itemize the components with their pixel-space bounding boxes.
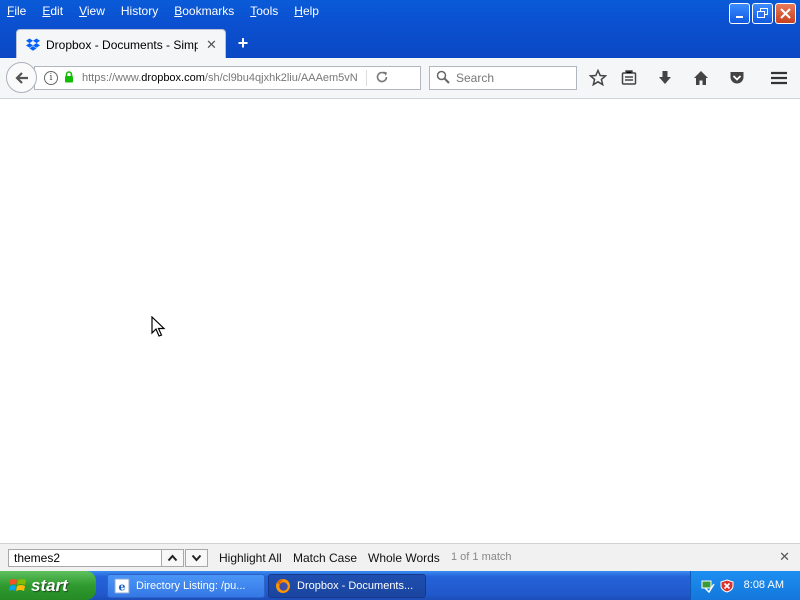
search-box[interactable]: Search (429, 66, 577, 90)
clock: 8:08 AM (743, 579, 784, 591)
search-icon (436, 70, 450, 87)
svg-text:e: e (119, 581, 126, 594)
back-button[interactable] (6, 62, 37, 93)
taskbar-item-label: Dropbox - Documents... (297, 580, 414, 592)
close-button[interactable] (775, 3, 796, 24)
find-close-icon[interactable]: ✕ (779, 549, 790, 565)
menu-edit[interactable]: Edit (42, 4, 63, 18)
home-icon[interactable] (691, 69, 711, 87)
reload-icon[interactable] (375, 70, 389, 87)
find-previous-button[interactable] (161, 549, 184, 567)
match-case-toggle[interactable]: Match Case (293, 551, 357, 565)
taskbar-item-directory-listing[interactable]: e Directory Listing: /pu... (107, 574, 265, 598)
window-controls (729, 3, 796, 24)
url-text: https://www.dropbox.com/sh/cl9bu4qjxhk2l… (82, 72, 358, 84)
page-content (0, 99, 800, 543)
menu-bookmarks[interactable]: Bookmarks (174, 4, 234, 18)
hamburger-menu-icon[interactable] (769, 69, 789, 87)
window-titlebar: File Edit View History Bookmarks Tools H… (0, 0, 800, 59)
bookmark-star-icon[interactable] (588, 69, 608, 87)
dropbox-icon (26, 38, 40, 52)
find-next-button[interactable] (185, 549, 208, 567)
menu-history[interactable]: History (121, 4, 158, 18)
start-label: start (31, 575, 68, 595)
taskbar-item-label: Directory Listing: /pu... (136, 580, 246, 592)
reading-list-icon[interactable] (619, 69, 639, 87)
menu-view[interactable]: View (79, 4, 105, 18)
restore-button[interactable] (752, 3, 773, 24)
info-icon[interactable]: i (44, 71, 58, 85)
tab-title: Dropbox - Documents - Simpli… (46, 37, 198, 52)
network-icon[interactable] (701, 579, 715, 593)
back-arrow-icon (14, 71, 28, 84)
minimize-button[interactable] (729, 3, 750, 24)
taskbar-item-dropbox[interactable]: Dropbox - Documents... (268, 574, 426, 598)
url-bar[interactable]: i https://www.dropbox.com/sh/cl9bu4qjxhk… (34, 66, 421, 90)
menu-tools[interactable]: Tools (250, 4, 278, 18)
chevron-down-icon (191, 554, 202, 562)
start-button[interactable]: start (0, 571, 96, 600)
menu-file[interactable]: File (7, 4, 26, 18)
firefox-icon (276, 579, 290, 593)
system-tray: 8:08 AM (690, 571, 800, 600)
chevron-up-icon (167, 554, 178, 562)
windows-logo-icon (9, 578, 26, 591)
restore-icon (757, 8, 768, 18)
minimize-icon (736, 16, 743, 18)
lock-icon[interactable] (64, 70, 74, 86)
search-placeholder: Search (456, 71, 495, 85)
highlight-all-toggle[interactable]: Highlight All (219, 551, 282, 565)
internet-explorer-icon: e (114, 578, 130, 594)
whole-words-toggle[interactable]: Whole Words (368, 551, 440, 565)
mouse-cursor-icon (151, 316, 166, 337)
taskbar: start e Directory Listing: /pu... Dropbo… (0, 571, 800, 600)
find-status: 1 of 1 match (451, 551, 512, 563)
find-bar: themes2 Highlight All Match Case Whole W… (0, 543, 800, 571)
navigation-toolbar: i https://www.dropbox.com/sh/cl9bu4qjxhk… (0, 58, 800, 99)
find-input[interactable]: themes2 (8, 549, 162, 567)
menu-help[interactable]: Help (294, 4, 319, 18)
url-separator (366, 70, 367, 86)
menu-bar: File Edit View History Bookmarks Tools H… (0, 0, 328, 22)
pocket-icon[interactable] (727, 69, 747, 87)
new-tab-button[interactable]: + (234, 34, 252, 52)
download-icon[interactable] (655, 69, 675, 87)
tab-close-icon[interactable]: ✕ (206, 37, 217, 53)
security-shield-icon[interactable] (720, 578, 734, 593)
tab-dropbox[interactable]: Dropbox - Documents - Simpli… ✕ (16, 29, 226, 59)
close-icon (780, 8, 791, 19)
